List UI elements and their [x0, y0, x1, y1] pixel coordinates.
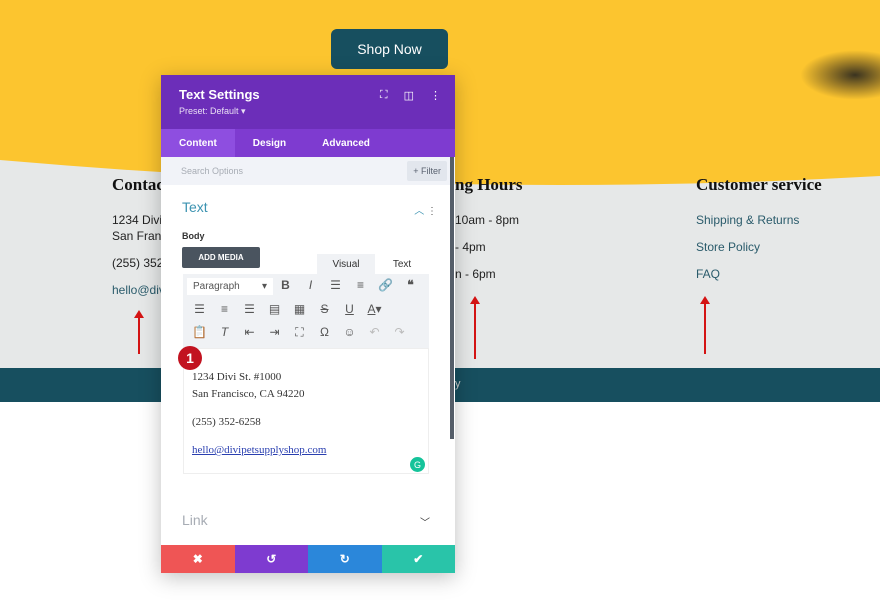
footer-text: y: [455, 378, 461, 390]
emoji-icon[interactable]: ☺: [337, 325, 362, 340]
more-vert-icon[interactable]: ⋮: [427, 206, 437, 217]
scrollbar[interactable]: [450, 157, 454, 439]
add-media-button[interactable]: ADD MEDIA: [182, 247, 260, 268]
hours-line-1: 10am - 8pm: [455, 213, 520, 227]
blockquote-icon[interactable]: ❝: [398, 278, 423, 295]
strikethrough-icon[interactable]: S: [312, 302, 337, 316]
align-right-icon[interactable]: ☰: [237, 302, 262, 316]
format-select-value: Paragraph: [193, 281, 240, 292]
discard-button[interactable]: ✖: [161, 545, 235, 573]
focus-icon[interactable]: ⛶: [380, 89, 388, 102]
redo-button[interactable]: ↻: [308, 545, 382, 573]
align-center-icon[interactable]: ≡: [212, 302, 237, 316]
store-policy-link[interactable]: Store Policy: [696, 240, 760, 254]
indent-icon[interactable]: ⇥: [262, 325, 287, 340]
format-select[interactable]: Paragraph ▾: [187, 278, 273, 295]
justify-icon[interactable]: ▤: [262, 302, 287, 316]
editor-content[interactable]: 1234 Divi St. #1000 San Francisco, CA 942…: [183, 348, 429, 474]
outdent-icon[interactable]: ⇤: [237, 325, 262, 340]
tab-content[interactable]: Content: [161, 129, 235, 157]
text-tab[interactable]: Text: [375, 254, 429, 274]
text-section-title[interactable]: Text: [182, 199, 208, 215]
more-vert-icon[interactable]: ⋮: [430, 89, 441, 102]
action-bar: ✖ ↺ ↻ ✔: [161, 545, 455, 573]
red-arrow-icon: [134, 310, 144, 354]
tab-advanced[interactable]: Advanced: [304, 129, 388, 157]
filter-button[interactable]: + Filter: [407, 161, 447, 181]
redo-icon[interactable]: ↷: [387, 325, 412, 340]
special-char-icon[interactable]: Ω: [312, 325, 337, 340]
bullet-list-icon[interactable]: ☰: [323, 278, 348, 295]
contact-phone: (255) 352: [112, 256, 164, 270]
search-bar: Search Options + Filter: [161, 157, 455, 185]
customer-service-heading: Customer service: [696, 175, 822, 194]
editor-email-link[interactable]: hello@divipetsupplyshop.com: [192, 444, 326, 456]
undo-icon[interactable]: ↶: [362, 325, 387, 340]
shop-now-button[interactable]: Shop Now: [331, 29, 448, 69]
red-arrow-icon: [470, 296, 480, 359]
chevron-up-icon[interactable]: ︿: [414, 206, 424, 217]
red-arrow-icon: [700, 296, 710, 354]
preset-dropdown[interactable]: Preset: Default ▾: [179, 106, 437, 117]
editor-toolbar: Paragraph ▾ B I ☰ ≡ 🔗 ❝ ☰ ≡ ☰ ▤ ▦ S U A▾ …: [183, 274, 429, 348]
numbered-list-icon[interactable]: ≡: [348, 278, 373, 295]
step-badge: 1: [178, 346, 202, 370]
editor-phone: (255) 352-6258: [192, 416, 261, 428]
editor-line: 1234 Divi St. #1000: [192, 371, 282, 383]
paste-text-icon[interactable]: 📋: [187, 325, 212, 340]
editor-line: San Francisco, CA 94220: [192, 388, 305, 400]
save-button[interactable]: ✔: [381, 545, 455, 573]
split-view-icon[interactable]: ◫: [404, 89, 414, 102]
chevron-down-icon: ▾: [261, 281, 267, 292]
contact-heading: Contac: [112, 175, 164, 194]
undo-button[interactable]: ↺: [234, 545, 308, 573]
panel-tabs: Content Design Advanced: [161, 129, 455, 157]
faq-link[interactable]: FAQ: [696, 267, 720, 281]
hours-line-3: n - 6pm: [455, 267, 496, 281]
table-icon[interactable]: ▦: [287, 302, 312, 316]
contact-address-1: 1234 Divi: [112, 213, 163, 227]
hours-heading: ng Hours: [455, 175, 523, 194]
contact-address-2: San Franc: [112, 229, 168, 243]
tab-design[interactable]: Design: [235, 129, 304, 157]
hours-line-2: - 4pm: [455, 240, 486, 254]
underline-icon[interactable]: U: [337, 302, 362, 316]
contact-email-link[interactable]: hello@div: [112, 283, 165, 297]
body-label: Body: [182, 231, 205, 241]
chevron-down-icon[interactable]: ﹀: [420, 514, 430, 529]
search-input[interactable]: Search Options: [181, 166, 243, 176]
bold-icon[interactable]: B: [273, 278, 298, 295]
link-section-title[interactable]: Link: [182, 512, 208, 528]
text-color-icon[interactable]: A▾: [362, 302, 387, 316]
grammarly-icon[interactable]: G: [410, 457, 425, 472]
italic-icon[interactable]: I: [298, 278, 323, 295]
align-left-icon[interactable]: ☰: [187, 302, 212, 316]
text-settings-panel: Text Settings Preset: Default ▾ ⛶ ◫ ⋮ Co…: [161, 75, 455, 573]
clear-formatting-icon[interactable]: T: [212, 325, 237, 340]
link-icon[interactable]: 🔗: [373, 278, 398, 295]
panel-header: Text Settings Preset: Default ▾ ⛶ ◫ ⋮: [161, 75, 455, 129]
shipping-returns-link[interactable]: Shipping & Returns: [696, 213, 799, 227]
visual-tab[interactable]: Visual: [317, 254, 375, 274]
fullscreen-icon[interactable]: ⛶: [287, 325, 312, 340]
